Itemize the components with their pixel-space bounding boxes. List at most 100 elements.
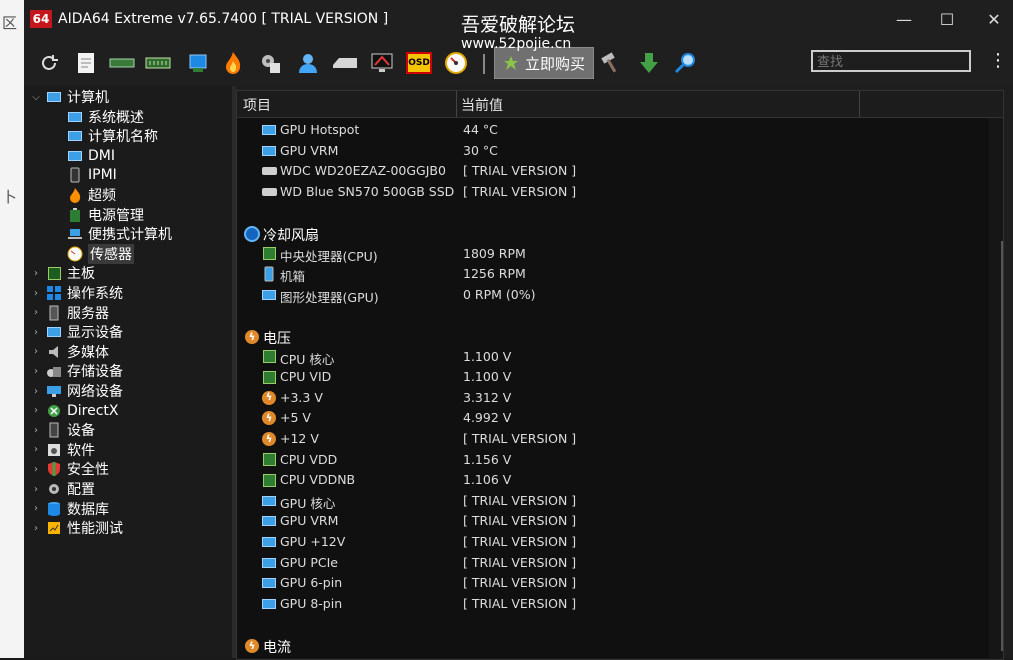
sensor-row[interactable]: GPU +12V [ TRIAL VERSION ] xyxy=(237,532,989,552)
sensor-row[interactable]: 机箱 1256 RPM xyxy=(237,264,989,284)
drive-icon[interactable] xyxy=(332,50,358,76)
tree-item[interactable]: › 数据库 xyxy=(30,499,109,519)
title-bar[interactable]: 64 AIDA64 Extreme v7.65.7400 [ TRIAL VER… xyxy=(24,0,1013,40)
sensor-row[interactable]: CPU VID 1.100 V xyxy=(237,367,989,387)
monitor-diagnostic-icon[interactable] xyxy=(369,50,395,76)
refresh-icon[interactable] xyxy=(36,50,62,76)
tree-item-label: 存储设备 xyxy=(67,364,123,381)
tree-item[interactable]: 超频 xyxy=(67,185,116,205)
tree-item[interactable]: › 网络设备 xyxy=(30,381,123,401)
tree-item[interactable]: › 配置 xyxy=(30,479,95,499)
toolbar: OSD 立即购买 www.52pojie.cn ⋮ xyxy=(24,36,1013,86)
scrollbar[interactable] xyxy=(1001,241,1003,651)
sensor-row[interactable]: CPU VDDNB 1.106 V xyxy=(237,470,989,490)
tree-item[interactable]: › 软件 xyxy=(30,440,95,460)
download-arrow-icon[interactable] xyxy=(636,50,662,76)
user-icon[interactable] xyxy=(295,50,321,76)
tree-item[interactable]: DMI xyxy=(67,146,115,166)
sensor-group[interactable]: 冷却风扇 xyxy=(237,223,637,245)
sensor-row[interactable]: 图形处理器(GPU) 0 RPM (0%) xyxy=(237,285,989,305)
sensor-name: +5 V xyxy=(280,410,311,426)
sensor-row[interactable]: GPU 核心 [ TRIAL VERSION ] xyxy=(237,491,989,511)
chevron-right-icon[interactable]: › xyxy=(30,503,42,514)
tree-item[interactable]: IPMI xyxy=(67,165,117,185)
chevron-right-icon[interactable]: › xyxy=(30,288,42,299)
navigation-tree: ⌵ 计算机 系统概述 计算机名称 DMI IPMI 超频 电源管理 便携式计算机 传感器 › 主板 › 操… xyxy=(24,86,232,658)
config-icon xyxy=(46,481,62,497)
tree-item[interactable]: › 存储设备 xyxy=(30,361,123,381)
sensor-row[interactable]: GPU VRM 30 °C xyxy=(237,141,989,161)
tree-item[interactable]: › 服务器 xyxy=(30,303,109,323)
sensor-row[interactable]: CPU VDD 1.156 V xyxy=(237,450,989,470)
sensor-value: [ TRIAL VERSION ] xyxy=(463,431,577,446)
chevron-right-icon[interactable]: › xyxy=(30,366,42,377)
chevron-right-icon[interactable]: › xyxy=(30,484,42,495)
search-magnifier-icon[interactable] xyxy=(673,50,699,76)
report-icon[interactable] xyxy=(73,50,99,76)
tree-item[interactable]: › 性能测试 xyxy=(30,518,123,538)
overclock-flame-icon[interactable] xyxy=(220,50,246,76)
more-menu-icon[interactable]: ⋮ xyxy=(989,50,1007,76)
sensor-group[interactable]: ϟ 电压 xyxy=(237,326,637,348)
chevron-right-icon[interactable]: › xyxy=(30,444,42,455)
chevron-right-icon[interactable]: › xyxy=(30,307,42,318)
monitor-icon xyxy=(261,143,277,159)
sensor-row[interactable]: CPU 核心 1.100 V xyxy=(237,347,989,367)
tree-item[interactable]: › 主板 xyxy=(30,263,95,283)
search-input[interactable] xyxy=(811,50,971,72)
maximize-button[interactable]: ☐ xyxy=(927,6,967,34)
chip-icon xyxy=(261,452,277,468)
sensor-row[interactable]: 中央处理器(CPU) 1809 RPM xyxy=(237,244,989,264)
column-divider[interactable] xyxy=(859,91,860,117)
chevron-right-icon[interactable]: › xyxy=(30,386,42,397)
chevron-down-icon[interactable]: ⌵ xyxy=(30,92,42,103)
config-tools-icon[interactable] xyxy=(257,50,283,76)
sensor-row[interactable]: GPU 8-pin [ TRIAL VERSION ] xyxy=(237,594,989,614)
chip-icon xyxy=(261,246,277,262)
tree-item[interactable]: 计算机名称 xyxy=(67,126,158,146)
sensor-row[interactable]: WD Blue SN570 500GB SSD [ TRIAL VERSION ] xyxy=(237,182,989,202)
tree-item[interactable]: 便携式计算机 xyxy=(67,224,172,244)
sensor-gauge-icon[interactable] xyxy=(443,50,469,76)
pci-device-icon[interactable] xyxy=(185,50,211,76)
chevron-right-icon[interactable]: › xyxy=(30,346,42,357)
tree-item[interactable]: › 操作系统 xyxy=(30,283,123,303)
tree-item[interactable]: 电源管理 xyxy=(67,205,144,225)
chevron-right-icon[interactable]: › xyxy=(30,268,42,279)
sensor-row[interactable]: ϟ +5 V 4.992 V xyxy=(237,408,989,428)
sensor-row[interactable]: GPU Hotspot 44 °C xyxy=(237,120,989,140)
column-divider[interactable] xyxy=(456,91,457,117)
tools-hammer-icon[interactable] xyxy=(598,50,624,76)
monitor-icon xyxy=(261,513,277,529)
chevron-right-icon[interactable]: › xyxy=(30,327,42,338)
motherboard-icon[interactable] xyxy=(109,50,135,76)
software-icon xyxy=(46,442,62,458)
sensor-row[interactable]: GPU 6-pin [ TRIAL VERSION ] xyxy=(237,573,989,593)
tree-item[interactable]: › 多媒体 xyxy=(30,342,109,362)
tree-item[interactable]: › DirectX xyxy=(30,401,119,421)
sensor-list: GPU Hotspot 44 °C GPU VRM 30 °C WDC WD20EZAZ… xyxy=(237,118,989,658)
tree-item[interactable]: › 显示设备 xyxy=(30,322,123,342)
sensor-row[interactable]: ϟ +3.3 V 3.312 V xyxy=(237,388,989,408)
minimize-button[interactable]: — xyxy=(884,6,924,34)
chevron-right-icon[interactable]: › xyxy=(30,405,42,416)
tree-item[interactable]: › 安全性 xyxy=(30,459,109,479)
chevron-right-icon[interactable]: › xyxy=(30,464,42,475)
close-button[interactable]: ✕ xyxy=(974,6,1013,34)
tree-item[interactable]: ⌵ 计算机 xyxy=(30,87,109,107)
osd-icon[interactable]: OSD xyxy=(406,50,432,76)
sensor-row[interactable]: WDC WD20EZAZ-00GGJB0 [ TRIAL VERSION ] xyxy=(237,161,989,181)
column-item-header[interactable]: 项目 xyxy=(243,95,271,115)
sensor-row[interactable]: GPU VRM [ TRIAL VERSION ] xyxy=(237,511,989,531)
sensor-row[interactable]: ϟ +12 V [ TRIAL VERSION ] xyxy=(237,429,989,449)
chevron-right-icon[interactable]: › xyxy=(30,425,42,436)
column-value-header[interactable]: 当前值 xyxy=(461,95,503,115)
tree-item[interactable]: › 设备 xyxy=(30,420,95,440)
tree-item[interactable]: 系统概述 xyxy=(67,107,144,127)
monitor-icon xyxy=(261,534,277,550)
sensor-row[interactable]: GPU PCIe [ TRIAL VERSION ] xyxy=(237,553,989,573)
chevron-right-icon[interactable]: › xyxy=(30,523,42,534)
memory-icon[interactable] xyxy=(145,50,171,76)
tree-item[interactable]: 传感器 xyxy=(67,243,134,264)
sensor-group[interactable]: ϟ 电流 xyxy=(237,635,637,657)
